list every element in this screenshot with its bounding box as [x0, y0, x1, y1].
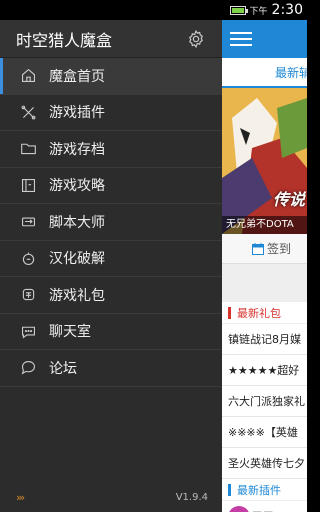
checkin-label: 签到 [267, 242, 292, 256]
plugin-app-icon [228, 506, 250, 512]
sidebar-item-0[interactable]: 魔盒首页 [0, 58, 222, 95]
menu-item-label: 游戏存档 [49, 141, 105, 158]
sidebar-item-1[interactable]: 游戏插件 [0, 95, 222, 131]
banner-artwork [222, 88, 307, 234]
banner-overlay-text: 传说 [272, 190, 305, 209]
unlock-icon [20, 250, 37, 267]
menu-item-label: 聊天室 [49, 324, 91, 341]
sidebar-item-7[interactable]: 聊天室 [0, 314, 222, 350]
sidebar-item-8[interactable]: 论坛 [0, 350, 222, 387]
menu-item-label: 魔盒首页 [49, 68, 105, 85]
menu-item-label: 游戏礼包 [49, 287, 105, 304]
main-content-peek: 最新辅 传说 无兄弟不DOTA 签到 最新礼包 镇链战记8月媒 ★★★★★超好 … [222, 20, 307, 512]
battery-icon [229, 5, 248, 15]
banner-caption: 无兄弟不DOTA [222, 216, 307, 234]
drawer-footer: ››› V1.9.4 [0, 482, 222, 512]
folder-icon [20, 140, 37, 157]
gift-item[interactable]: ★★★★★超好 [222, 355, 307, 386]
calendar-icon [252, 242, 264, 255]
menu-item-label: 游戏攻略 [49, 178, 105, 195]
chat-room-icon [20, 323, 37, 340]
guide-book-icon [20, 177, 37, 194]
status-bar: 下午 2:30 [0, 0, 307, 20]
hamburger-menu-icon[interactable] [230, 32, 252, 46]
gift-item[interactable]: ※※※※【英雄 [222, 417, 307, 448]
drawer-header: 时空猎人魔盒 [0, 20, 222, 58]
banner-carousel[interactable]: 传说 无兄弟不DOTA [222, 88, 307, 234]
sidebar-item-4[interactable]: 脚本大师 [0, 204, 222, 241]
sidebar-item-2[interactable]: 游戏存档 [0, 131, 222, 168]
status-time: 2:30 [271, 2, 303, 18]
forum-icon [20, 359, 37, 376]
sidebar-item-3[interactable]: 游戏攻略 [0, 168, 222, 204]
tools-icon [20, 104, 37, 121]
forward-arrows-icon: ››› [16, 490, 25, 504]
gift-item[interactable]: 六大门派独家礼 [222, 386, 307, 417]
menu-item-label: 论坛 [49, 360, 77, 377]
plugin-item-label: 叉叉 [252, 508, 274, 512]
menu-item-label: 脚本大师 [49, 214, 105, 231]
status-ampm: 下午 [249, 6, 268, 17]
drawer-menu: 魔盒首页 游戏插件 游戏存档 游戏攻略 脚本大师 汉化破解 游戏礼包 聊天室 论… [0, 58, 222, 387]
navigation-drawer: 时空猎人魔盒 魔盒首页 游戏插件 游戏存档 游戏攻略 脚本大师 汉化破解 游戏礼… [0, 20, 222, 512]
plugin-item[interactable]: 叉叉 [222, 501, 307, 512]
plugin-section-title: 最新插件 [222, 479, 307, 501]
gear-icon[interactable] [186, 29, 206, 49]
drawer-title: 时空猎人魔盒 [16, 30, 113, 50]
home-icon [20, 67, 37, 84]
menu-item-label: 游戏插件 [49, 105, 105, 122]
main-topbar [222, 20, 307, 58]
gift-icon [20, 286, 37, 303]
checkin-button[interactable]: 签到 [222, 234, 307, 264]
app-version: V1.9.4 [175, 491, 208, 503]
gift-item[interactable]: 圣火英雄传七夕 [222, 448, 307, 479]
menu-item-label: 汉化破解 [49, 251, 105, 268]
script-icon [20, 213, 37, 230]
sidebar-item-6[interactable]: 游戏礼包 [0, 277, 222, 314]
tab-latest[interactable]: 最新辅 [222, 58, 307, 88]
tab-label: 最新辅 [274, 65, 307, 80]
sidebar-item-5[interactable]: 汉化破解 [0, 241, 222, 277]
gift-section-title: 最新礼包 [222, 302, 307, 324]
gift-item[interactable]: 镇链战记8月媒 [222, 324, 307, 355]
